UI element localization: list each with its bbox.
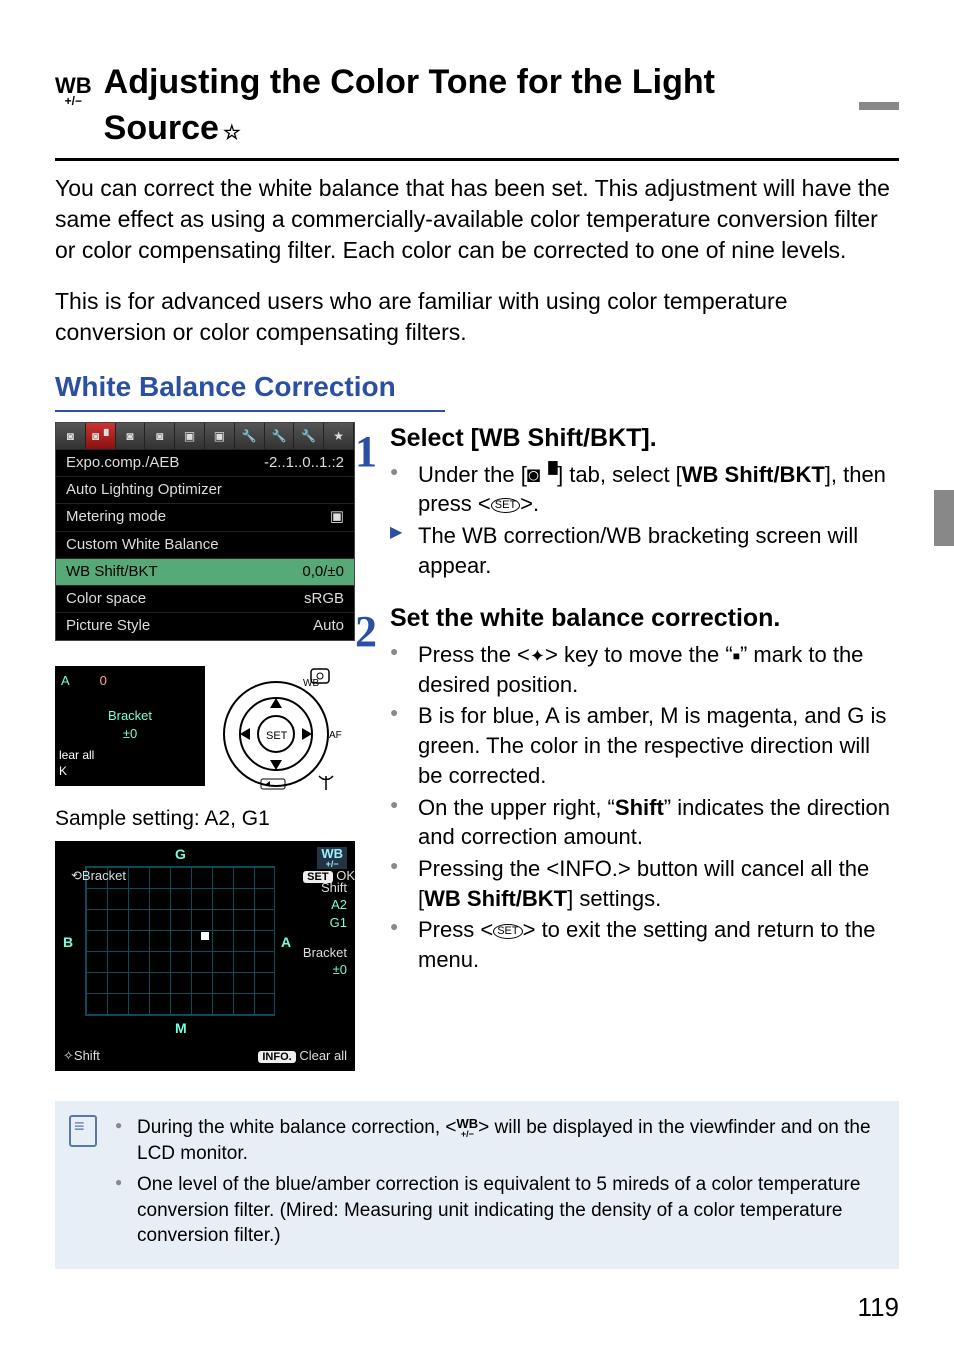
page-title: Adjusting the Color Tone for the Light S… [104,60,839,152]
result-bullet: The WB correction/WB bracketing screen w… [390,521,899,580]
menu-row: Picture Style Auto [56,612,354,639]
menu-tab: ◙ [145,423,175,449]
menu-row: Auto Lighting Optimizer [56,476,354,503]
menu-row-selected: WB Shift/BKT 0,0/±0 [56,558,354,585]
step-2-title: Set the white balance correction. [390,604,780,632]
menu-row: Expo.comp./AEB -2..1..0..1.:2 [56,449,354,476]
menu-tab: ★ [324,423,354,449]
side-tab [934,490,954,546]
menu-row: Custom White Balance [56,531,354,558]
set-badge: SET [303,871,332,883]
lcd-bracket: Bracket [108,708,152,723]
menu-label: WB Shift/BKT [66,562,158,582]
grid-pm: ±0 [303,961,347,979]
menu-value: ▣ [330,507,344,527]
wb-correction-grid: G B A M WB+/− Shift A2 G1 Bracket ±0 ✧Sh… [55,841,355,1071]
step-number-2: 2 [355,602,377,661]
step-1-heading: 1 Select [WB Shift/BKT]. [390,422,899,456]
svg-text:AF: AF [329,730,342,741]
note-icon [69,1115,97,1147]
camera-menu-screenshot: ◙ ◙▝ ◙ ◙ ▣ ▣ 🔧 🔧 🔧 ★ Expo.comp./AEB -2..1… [55,422,355,641]
info-badge: INFO. [258,1051,295,1063]
bullet: Press <SET> to exit the setting and retu… [390,915,899,974]
lcd-zero: 0 [100,672,107,690]
note-item: During the white balance correction, <WB… [115,1115,883,1166]
lcd-clear: lear all [59,748,94,762]
svg-text:SET: SET [266,730,288,742]
info-button-icon: INFO. [559,856,618,881]
menu-tab: ◙ [56,423,86,449]
step-number-1: 1 [355,422,377,481]
menu-tab: ▣ [175,423,205,449]
page-number: 119 [858,1290,899,1325]
step-2-bullets: Press the <✦> key to move the “■” mark t… [390,640,899,975]
bullet: On the upper right, “Shift” indicates th… [390,793,899,852]
wb-shift-icon: WB +/− [55,75,92,107]
note-box: During the white balance correction, <WB… [55,1101,899,1269]
icon-bottom: +/− [65,95,82,107]
menu-label: Picture Style [66,616,150,636]
menu-tab: ◙ [116,423,146,449]
sample-caption: Sample setting: A2, G1 [55,805,365,833]
grid-a: A [281,933,291,952]
step-1-bullets: Under the [◙▝] tab, select [WB Shift/BKT… [390,460,899,581]
lcd-pm: ±0 [123,726,137,741]
grid-bracket: Bracket [303,944,347,962]
bullet: B is for blue, A is amber, M is magenta,… [390,701,899,790]
menu-tab-active: ◙▝ [86,423,116,449]
set-icon: SET [491,498,520,513]
lcd-small: A 0 Bracket ±0 lear all K [55,666,205,786]
menu-tab: 🔧 [235,423,265,449]
menu-label: Metering mode [66,507,166,527]
menu-tab: 🔧 [294,423,324,449]
title-end-bar [859,102,899,110]
menu-label: Auto Lighting Optimizer [66,480,222,500]
camera-tab-icon: ◙▝ [527,460,557,490]
control-dial-illustration: SET WB AF [211,666,351,791]
right-column: 1 Select [WB Shift/BKT]. Under the [◙▝] … [390,422,899,1071]
menu-tabs: ◙ ◙▝ ◙ ◙ ▣ ▣ 🔧 🔧 🔧 ★ [56,423,354,449]
grid-marker [201,932,209,940]
grid-g: G [175,845,186,864]
section-heading: White Balance Correction [55,368,445,412]
menu-value: sRGB [304,589,344,609]
intro-paragraph-2: This is for advanced users who are famil… [55,286,899,348]
grid-g1: G1 [303,914,347,932]
bullet: Press the <✦> key to move the “■” mark t… [390,640,899,699]
menu-row: Color space sRGB [56,585,354,612]
set-icon: SET [493,924,522,939]
menu-tab: ▣ [205,423,235,449]
cross-key-icon: ✦ [530,644,545,668]
menu-tab: 🔧 [265,423,295,449]
lcd-ok: K [59,764,67,778]
content-section: ◙ ◙▝ ◙ ◙ ▣ ▣ 🔧 🔧 🔧 ★ Expo.comp./AEB -2..1… [55,422,899,1071]
intro-paragraph-1: You can correct the white balance that h… [55,173,899,266]
step-1-title: Select [WB Shift/BKT]. [390,424,657,452]
square-mark-icon: ■ [733,649,740,663]
star-icon: ☆ [223,122,241,144]
menu-label: Custom White Balance [66,535,219,555]
bullet: Pressing the <INFO.> button will cancel … [390,854,899,913]
menu-label: Color space [66,589,146,609]
grid-footer: ✧Shift INFO. Clear all [63,1047,347,1065]
page-title-row: WB +/− Adjusting the Color Tone for the … [55,60,899,161]
title-text: Adjusting the Color Tone for the Light S… [104,63,715,147]
grid-m: M [175,1019,187,1038]
grid-footer2: ⟲Bracket SET OK [71,867,355,885]
bullet: Under the [◙▝] tab, select [WB Shift/BKT… [390,460,899,519]
step-2-heading: 2 Set the white balance correction. [390,602,899,636]
grid-inner [85,866,275,1016]
menu-value: -2..1..0..1.:2 [264,453,344,473]
lcd-a: A [61,672,70,690]
note-item: One level of the blue/amber correction i… [115,1172,883,1249]
grid-b: B [63,933,73,952]
grid-a2: A2 [303,896,347,914]
menu-row: Metering mode ▣ [56,503,354,530]
menu-label: Expo.comp./AEB [66,453,179,473]
wb-shift-small-icon: WB+/− [456,1118,478,1138]
menu-value: 0,0/±0 [302,562,344,582]
left-column: ◙ ◙▝ ◙ ◙ ▣ ▣ 🔧 🔧 🔧 ★ Expo.comp./AEB -2..1… [55,422,365,1071]
menu-value: Auto [313,616,344,636]
lcd-dial-block: A 0 Bracket ±0 lear all K SET WB AF [55,666,365,791]
